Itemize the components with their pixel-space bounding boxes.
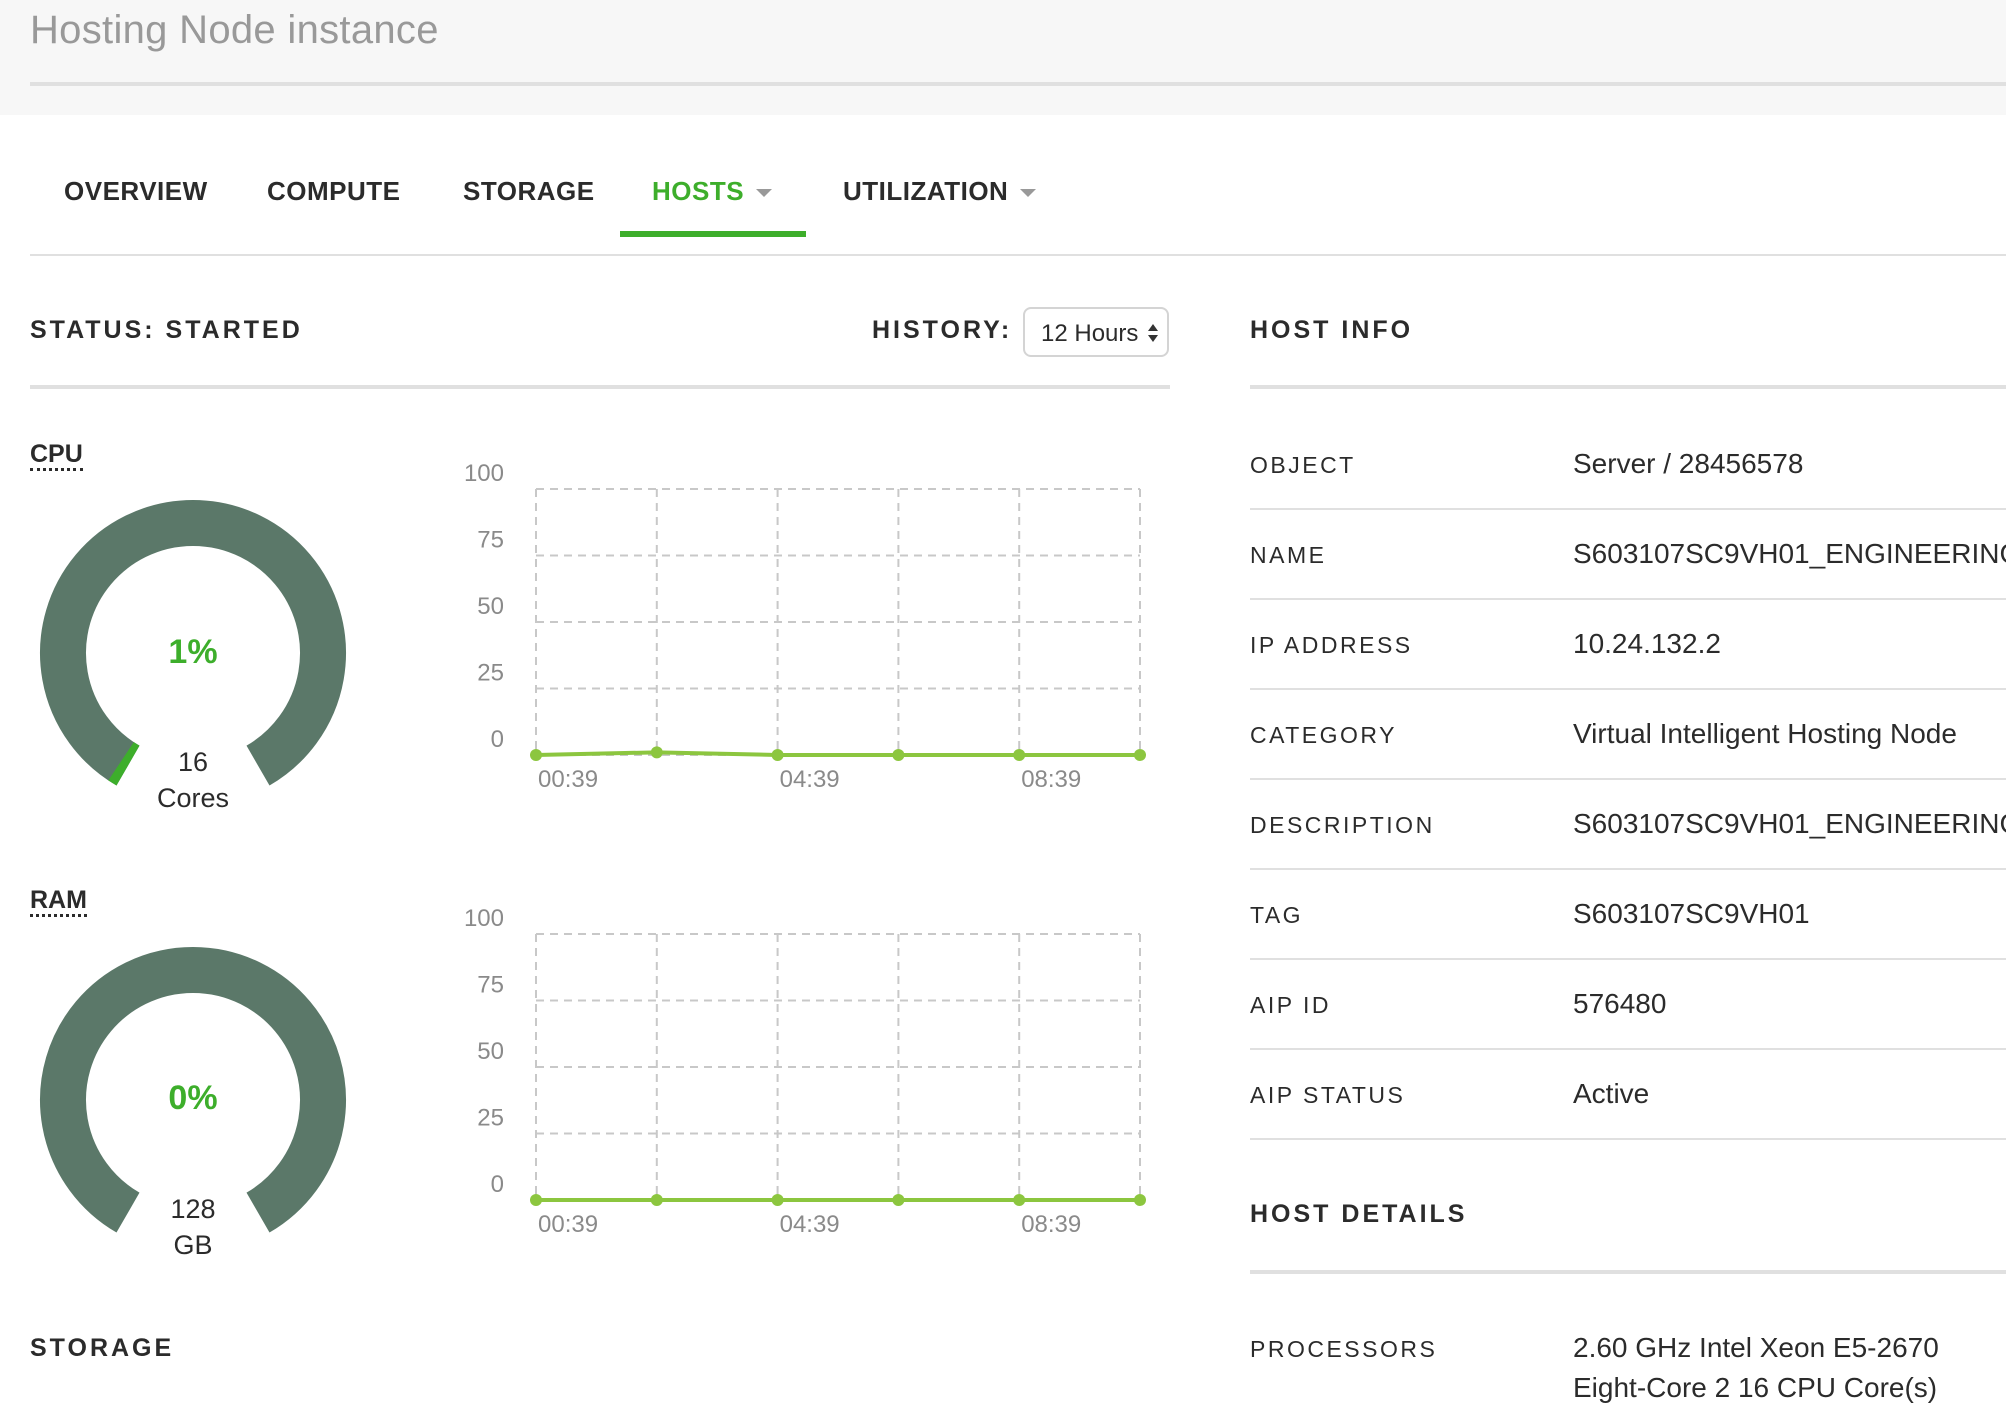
host-info-label: TAG	[1250, 902, 1304, 928]
ram-percent: 0%	[168, 1079, 218, 1117]
x-tick-label: 08:39	[1021, 1211, 1081, 1238]
host-details-divider	[1250, 1270, 2006, 1274]
history-label: HISTORY:	[872, 316, 1013, 344]
series-line	[535, 750, 1140, 757]
data-point	[530, 749, 542, 761]
host-info-value: S603107SC9VH01_ENGINEERING	[1573, 808, 2006, 839]
x-tick-label: 04:39	[780, 766, 840, 793]
x-tick-label: 08:39	[1021, 766, 1081, 793]
tab-compute[interactable]: COMPUTE	[267, 176, 401, 207]
host-info-label: AIP STATUS	[1250, 1082, 1406, 1108]
status-label: STATUS: STARTED	[30, 316, 303, 344]
host-details-label: PROCESSORS	[1250, 1336, 1438, 1362]
data-point	[892, 1194, 905, 1206]
data-point	[892, 749, 905, 761]
cpu-label[interactable]: CPU	[30, 441, 83, 471]
active-tab-indicator	[620, 231, 806, 237]
tab-divider	[30, 254, 2006, 256]
y-tick-label: 100	[464, 905, 504, 932]
host-info-row-divider	[1250, 868, 2006, 870]
data-point	[650, 746, 663, 759]
host-info-divider	[1250, 385, 2006, 389]
host-info-row-divider	[1250, 778, 2006, 780]
host-info-row-divider	[1250, 508, 2006, 510]
host-info-row-divider	[1250, 958, 2006, 960]
header-divider	[30, 82, 2006, 86]
tab-label: COMPUTE	[267, 176, 401, 206]
tab-storage[interactable]: STORAGE	[463, 176, 595, 207]
tab-label: UTILIZATION	[843, 176, 1009, 206]
chevron-down-icon	[1020, 189, 1037, 198]
host-info-label: AIP ID	[1250, 992, 1332, 1018]
tab-label: STORAGE	[463, 176, 595, 206]
x-tick-label: 00:39	[538, 1211, 598, 1238]
y-tick-label: 75	[477, 972, 504, 999]
y-tick-label: 50	[477, 1038, 504, 1065]
cpu-capacity-unit: Cores	[156, 783, 230, 813]
host-info-value: S603107SC9VH01_ENGINEERING	[1573, 538, 2006, 569]
host-info-row-divider	[1250, 1048, 2006, 1050]
data-point	[771, 1194, 784, 1206]
data-point	[1134, 1194, 1146, 1206]
host-info-value: S603107SC9VH01	[1573, 898, 1810, 929]
y-tick-label: 0	[491, 1171, 504, 1198]
tab-hosts[interactable]: HOSTS	[652, 176, 773, 207]
status-divider	[30, 385, 1170, 389]
data-point	[530, 1194, 542, 1206]
cpu-capacity-value: 16	[177, 747, 209, 777]
tab-utilization[interactable]: UTILIZATION	[843, 176, 1037, 207]
host-info-label: OBJECT	[1250, 452, 1356, 478]
host-details-value-line2: Eight-Core 2 16 CPU Core(s)	[1573, 1372, 1938, 1403]
host-info-row-divider	[1250, 1138, 2006, 1140]
host-info-value: Active	[1573, 1078, 1650, 1109]
select-arrows-icon	[1148, 324, 1158, 342]
ram-history-chart: 100 75 50 25 0 00:39 04:39 08:39	[464, 905, 1146, 1238]
host-details-title: HOST DETAILS	[1250, 1200, 1468, 1228]
storage-section-title: STORAGE	[30, 1334, 175, 1362]
host-info-value: 576480	[1573, 988, 1667, 1019]
y-tick-label: 75	[477, 527, 504, 554]
ram-capacity-unit: GB	[173, 1230, 213, 1260]
ram-capacity-value: 128	[170, 1194, 216, 1224]
data-point	[1013, 749, 1026, 761]
ram-label[interactable]: RAM	[30, 887, 87, 917]
history-select-value: 12 Hours	[1041, 320, 1139, 347]
page-title: Hosting Node instance	[30, 8, 439, 52]
cpu-percent: 1%	[168, 633, 218, 671]
host-info-label: IP ADDRESS	[1250, 632, 1413, 658]
cpu-history-chart: 100 75 50 25 0 00:39 04:39 08:39	[464, 460, 1146, 793]
y-tick-label: 0	[491, 726, 504, 753]
y-tick-label: 25	[477, 1105, 504, 1132]
y-tick-label: 25	[477, 660, 504, 687]
host-details-value: 2.60 GHz Intel Xeon E5-2670	[1573, 1332, 1939, 1363]
host-info-row-divider	[1250, 598, 2006, 600]
tab-label: HOSTS	[652, 176, 745, 206]
y-tick-label: 50	[477, 593, 504, 620]
tab-overview[interactable]: OVERVIEW	[64, 176, 208, 207]
host-info-title: HOST INFO	[1250, 316, 1414, 344]
y-tick-label: 100	[464, 460, 504, 487]
data-point	[1134, 749, 1146, 761]
host-info-value: Server / 28456578	[1573, 448, 1804, 479]
host-info-value: Virtual Intelligent Hosting Node	[1573, 718, 1957, 749]
host-info-row-divider	[1250, 688, 2006, 690]
host-info-label: DESCRIPTION	[1250, 812, 1435, 838]
history-select[interactable]: 12 Hours	[1023, 307, 1169, 357]
host-info-value: 10.24.132.2	[1573, 628, 1721, 659]
data-point	[650, 1194, 663, 1206]
host-info-label: CATEGORY	[1250, 722, 1397, 748]
host-info-label: NAME	[1250, 542, 1327, 568]
chevron-down-icon	[756, 189, 773, 198]
x-tick-label: 04:39	[780, 1211, 840, 1238]
data-point	[771, 749, 784, 761]
data-point	[1013, 1194, 1026, 1206]
tab-label: OVERVIEW	[64, 176, 208, 206]
x-tick-label: 00:39	[538, 766, 598, 793]
